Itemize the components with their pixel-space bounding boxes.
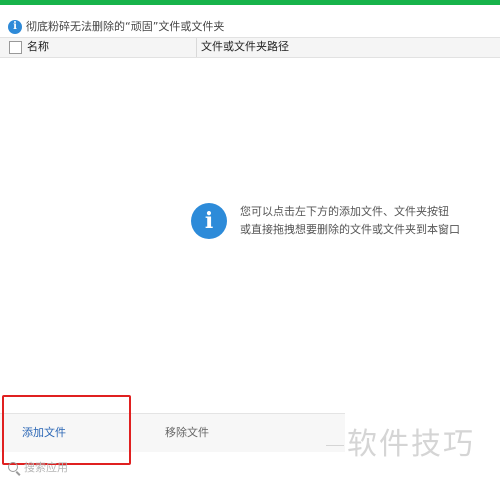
column-header-name[interactable]: 名称 xyxy=(27,40,49,54)
empty-tip-line-1: 您可以点击左下方的添加文件、文件夹按钮 xyxy=(240,205,449,218)
select-all-checkbox[interactable] xyxy=(9,41,22,54)
watermark-text: 软件技巧 xyxy=(347,427,475,462)
watermark-dash xyxy=(326,445,344,446)
column-divider[interactable] xyxy=(196,38,197,57)
column-header-path[interactable]: 文件或文件夹路径 xyxy=(201,40,289,54)
info-icon: i xyxy=(191,203,227,239)
search-placeholder[interactable]: 搜索应用 xyxy=(24,461,68,475)
empty-tip-line-2: 或直接拖拽想要删除的文件或文件夹到本窗口 xyxy=(240,223,460,236)
info-bar: i 彻底粉碎无法删除的“顽固”文件或文件夹 xyxy=(0,5,500,35)
search-bar[interactable]: 搜索应用 xyxy=(6,459,136,477)
info-icon: i xyxy=(8,20,22,34)
highlight-box xyxy=(2,395,131,465)
search-icon xyxy=(8,462,18,472)
file-list-header: 名称 文件或文件夹路径 xyxy=(0,37,500,58)
info-bar-text: 彻底粉碎无法删除的“顽固”文件或文件夹 xyxy=(26,20,225,33)
remove-file-button[interactable]: 移除文件 xyxy=(165,426,209,440)
